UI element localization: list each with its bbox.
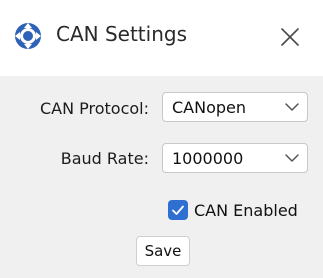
can-enabled-row[interactable]: CAN Enabled [168,198,298,222]
can-protocol-label: CAN Protocol: [39,99,149,118]
dialog-title: CAN Settings [56,22,187,46]
chevron-down-icon [285,154,299,162]
can-settings-dialog: CAN Settings CAN Protocol: CANopen Baud … [0,0,323,278]
baud-rate-label: Baud Rate: [60,149,149,168]
close-button[interactable] [273,20,307,54]
can-protocol-select[interactable]: CANopen [162,92,308,122]
can-protocol-value: CANopen [172,98,247,117]
can-enabled-label: CAN Enabled [194,200,298,220]
save-button[interactable]: Save [136,236,190,266]
baud-rate-select[interactable]: 1000000 [162,143,308,173]
close-icon [281,28,299,46]
chevron-down-icon [285,103,299,111]
can-enabled-checkbox[interactable] [168,200,188,220]
check-icon [172,205,184,215]
baud-rate-value: 1000000 [172,149,244,168]
app-logo-icon [15,23,41,49]
dialog-titlebar: CAN Settings [0,0,323,76]
